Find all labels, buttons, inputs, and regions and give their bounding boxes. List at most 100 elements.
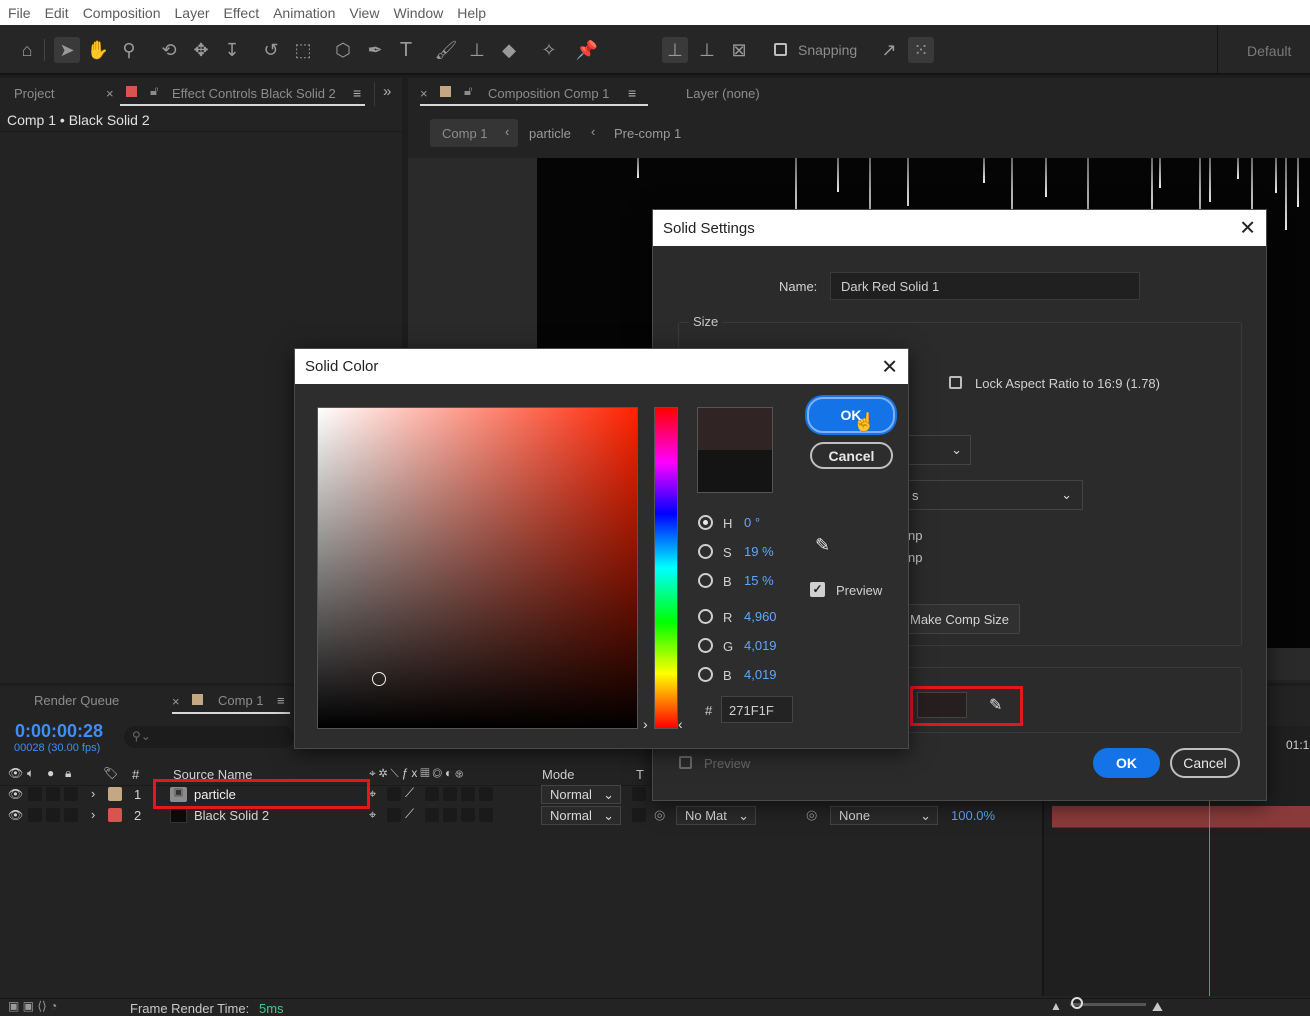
view-axis-icon[interactable]: ⊠ <box>726 37 752 63</box>
stretch-value[interactable]: 100.0% <box>951 808 995 823</box>
h-radio[interactable] <box>698 515 713 530</box>
collapse-switch[interactable] <box>387 787 401 801</box>
pen-tool-icon[interactable]: ✒ <box>362 37 388 63</box>
roto-brush-icon[interactable]: ✧ <box>536 37 562 63</box>
cancel-button[interactable]: Cancel <box>810 442 893 469</box>
clone-stamp-icon[interactable]: ⊥ <box>464 37 490 63</box>
shape-tool-icon[interactable]: ⬡ <box>330 37 356 63</box>
pan-camera-icon[interactable]: ✥ <box>188 37 214 63</box>
s-value[interactable]: 19 % <box>744 544 774 559</box>
menu-file[interactable]: File <box>8 5 31 21</box>
lock-toggle[interactable] <box>64 787 78 801</box>
b-radio[interactable] <box>698 573 713 588</box>
r-value[interactable]: 4,960 <box>744 609 777 624</box>
menu-animation[interactable]: Animation <box>273 5 335 21</box>
zoom-slider-handle[interactable] <box>1071 997 1083 1009</box>
cancel-button[interactable]: Cancel <box>1170 748 1240 778</box>
tab-effect-controls[interactable]: 🔓︎ Effect Controls Black Solid 2 <box>120 78 365 106</box>
hue-slider[interactable] <box>654 407 678 729</box>
name-input[interactable]: Dark Red Solid 1 <box>830 272 1140 300</box>
dolly-camera-icon[interactable]: ↧ <box>219 37 245 63</box>
tab-render-queue[interactable]: Render Queue <box>34 693 119 708</box>
visibility-icon[interactable]: 👁︎ <box>8 766 23 780</box>
selection-tool-icon[interactable]: ➤ <box>54 37 80 63</box>
blue-value[interactable]: 4,019 <box>744 667 777 682</box>
ok-button[interactable]: OK <box>807 397 895 433</box>
preserve-transparency-toggle[interactable] <box>632 787 646 801</box>
lock-icon[interactable]: 🔒︎ <box>65 766 71 781</box>
preview-checkbox[interactable]: ✓ <box>810 582 825 597</box>
panel-menu-icon[interactable]: ≡ <box>353 85 361 101</box>
g-value[interactable]: 4,019 <box>744 638 777 653</box>
tab-layer[interactable]: Layer (none) <box>686 86 760 101</box>
type-tool-icon[interactable]: T <box>393 37 419 63</box>
motion-blur-switch[interactable] <box>443 787 457 801</box>
panel-menu-icon[interactable]: ≡ <box>277 693 285 708</box>
b-value[interactable]: 15 % <box>744 573 774 588</box>
layer-label-color[interactable] <box>108 787 122 801</box>
menu-composition[interactable]: Composition <box>83 5 161 21</box>
shy-switch-icon[interactable]: ⌖ <box>369 786 376 802</box>
expand-panels-icon[interactable]: » <box>383 83 391 100</box>
adjustment-switch[interactable] <box>461 787 475 801</box>
panel-menu-icon[interactable]: ≡ <box>628 85 636 101</box>
parent-pickwhip-icon[interactable]: ◎ <box>806 807 817 823</box>
solo-toggle[interactable] <box>46 787 60 801</box>
audio-toggle[interactable] <box>28 787 42 801</box>
close-icon[interactable]: ✕ <box>1239 216 1256 241</box>
fx-switch[interactable] <box>425 808 439 822</box>
render-icons[interactable]: ▣ ▣ ⟨⟩ ◔ <box>8 999 57 1013</box>
lock-aspect-checkbox[interactable] <box>949 376 962 389</box>
layer-bar-2[interactable] <box>1052 806 1310 827</box>
hue-arrow-right-icon[interactable]: › <box>643 716 648 732</box>
menu-edit[interactable]: Edit <box>45 5 69 21</box>
track-matte-dropdown[interactable]: No Mat ⌄ <box>676 806 756 825</box>
hue-arrow-left-icon[interactable]: ‹ <box>678 716 683 732</box>
hex-input[interactable]: 271F1F <box>721 696 793 723</box>
ok-button[interactable]: OK <box>1093 748 1160 778</box>
quality-switch-icon[interactable]: ⟋ <box>405 806 414 822</box>
label-tag-icon[interactable]: 🏷︎ <box>103 766 118 780</box>
crumb-precomp1[interactable]: Pre-comp 1 <box>614 126 681 141</box>
menu-effect[interactable]: Effect <box>224 5 260 21</box>
workspace-label[interactable]: Default <box>1247 43 1291 59</box>
snap-grid-icon[interactable]: ⁙ <box>908 37 934 63</box>
layer-name[interactable]: Black Solid 2 <box>194 808 269 823</box>
rotation-tool-icon[interactable]: ↺ <box>258 37 284 63</box>
blue-radio[interactable] <box>698 667 713 682</box>
layer-mode-dropdown[interactable]: Normal ⌄ <box>541 806 621 825</box>
tab-comp1-timeline[interactable]: Comp 1 ≡ <box>172 686 290 714</box>
solo-icon[interactable]: ● <box>47 766 54 780</box>
world-axis-icon[interactable]: ⊥ <box>694 37 720 63</box>
layer-label-color[interactable] <box>108 808 122 822</box>
color-picker-handle[interactable] <box>372 672 386 686</box>
zoom-in-icon[interactable]: ⛰︎ <box>1152 999 1163 1015</box>
local-axis-icon[interactable]: ⊥ <box>662 37 688 63</box>
brush-tool-icon[interactable]: 🖌 <box>433 37 459 63</box>
preserve-transparency-toggle[interactable] <box>632 808 646 822</box>
hand-tool-icon[interactable]: ✋ <box>85 37 111 63</box>
preview-checkbox[interactable] <box>679 756 692 769</box>
layer-search-input[interactable]: ⚲⌄ <box>124 726 294 748</box>
motion-blur-switch[interactable] <box>443 808 457 822</box>
chevron-right-icon[interactable]: › <box>91 786 95 801</box>
layer-mode-dropdown[interactable]: Normal ⌄ <box>541 785 621 804</box>
r-radio[interactable] <box>698 609 713 624</box>
make-comp-size-button[interactable]: Make Comp Size <box>903 604 1020 634</box>
snapping-checkbox[interactable] <box>774 43 787 56</box>
orbit-camera-icon[interactable]: ⟲ <box>156 37 182 63</box>
saturation-brightness-field[interactable] <box>317 407 638 729</box>
tab-composition[interactable]: 🔓︎ Composition Comp 1 ≡ <box>420 78 648 106</box>
parent-dropdown[interactable]: None ⌄ <box>830 806 938 825</box>
crumb-particle[interactable]: particle <box>529 126 571 141</box>
close-icon[interactable]: ✕ <box>881 354 898 379</box>
zoom-out-icon[interactable]: ▲ <box>1050 999 1062 1013</box>
3d-switch[interactable] <box>479 808 493 822</box>
lock-icon[interactable]: 🔓︎ <box>464 83 472 99</box>
chevron-right-icon[interactable]: › <box>91 807 95 822</box>
units-dropdown[interactable]: ⌄ <box>903 435 971 465</box>
visibility-icon[interactable]: 👁︎ <box>8 787 23 801</box>
puppet-pin-icon[interactable]: 📌 <box>574 37 600 63</box>
eraser-tool-icon[interactable]: ◆ <box>496 37 522 63</box>
menu-layer[interactable]: Layer <box>175 5 210 21</box>
